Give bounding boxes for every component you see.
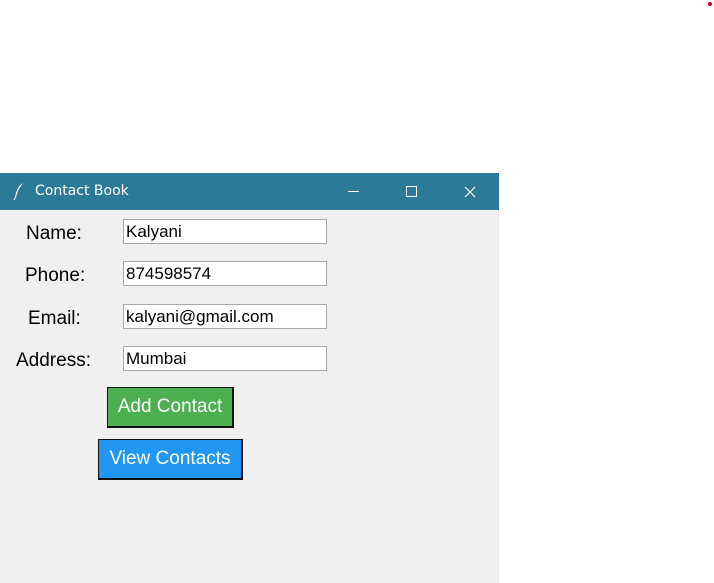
feather-icon [13,183,23,200]
add-contact-button[interactable]: Add Contact [107,387,234,428]
minimize-icon [347,191,359,192]
red-dot-marker [708,2,712,6]
phone-input[interactable] [123,261,327,286]
close-button[interactable] [441,173,499,210]
address-input[interactable] [123,346,327,371]
email-label: Email: [28,308,81,329]
maximize-icon [405,186,417,197]
contact-book-window: Contact Book Name: Phone: Email: Address… [0,173,499,583]
maximize-button[interactable] [382,173,440,210]
minimize-button[interactable] [324,173,382,210]
name-label: Name: [26,223,82,244]
email-input[interactable] [123,304,327,329]
window-title: Contact Book [35,183,129,199]
name-input[interactable] [123,219,327,244]
view-contacts-button[interactable]: View Contacts [98,439,243,480]
address-label: Address: [16,350,91,371]
phone-label: Phone: [25,265,86,286]
close-icon [464,186,476,197]
title-bar[interactable]: Contact Book [0,173,499,210]
